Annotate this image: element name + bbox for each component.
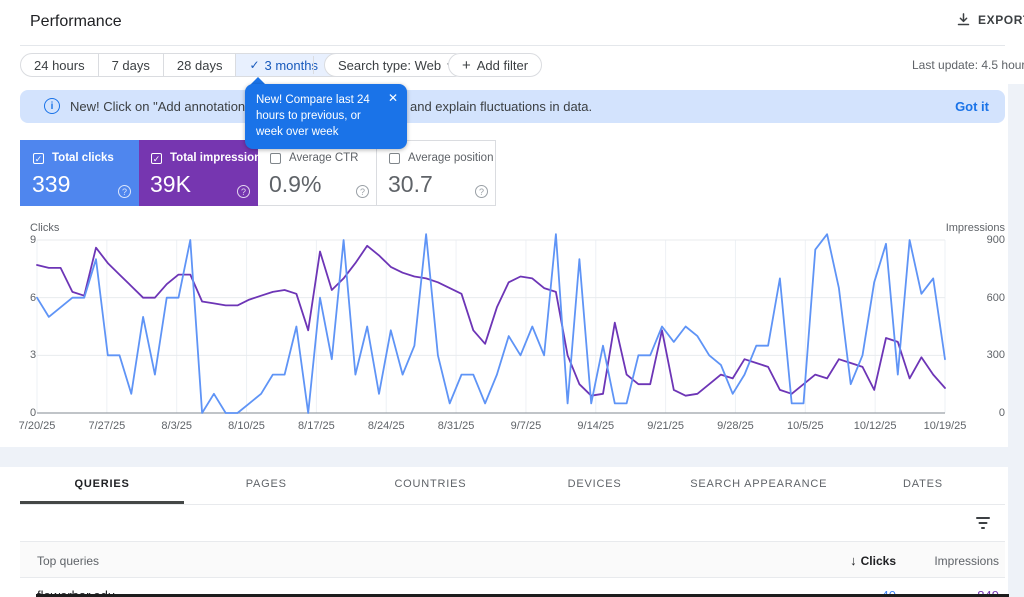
section-gap	[0, 447, 1024, 467]
x-axis-labels: 7/20/257/27/258/3/258/10/258/17/258/24/2…	[37, 420, 945, 434]
checkbox-checked-icon[interactable]: ✓	[151, 153, 162, 164]
column-header-clicks[interactable]: ↓Clicks	[850, 553, 896, 568]
x-tick-label: 8/10/25	[228, 420, 265, 432]
performance-chart-svg[interactable]	[37, 240, 945, 413]
x-tick-label: 9/28/25	[717, 420, 754, 432]
dimensions-table-card: QUERIES PAGES COUNTRIES DEVICES SEARCH A…	[20, 467, 1005, 597]
total-impressions-card[interactable]: ✓ Total impressions 39K ?	[139, 140, 258, 206]
y-tick-label: 0	[953, 407, 1005, 419]
annotation-banner: i New! Click on "Add annotation" or righ…	[20, 90, 1005, 123]
help-icon[interactable]: ?	[475, 185, 488, 198]
x-tick-label: 7/20/25	[19, 420, 56, 432]
checkbox-unchecked-icon[interactable]	[389, 153, 400, 164]
x-tick-label: 10/19/25	[924, 420, 967, 432]
x-tick-label: 9/21/25	[647, 420, 684, 432]
tab-queries[interactable]: QUERIES	[20, 467, 184, 504]
chip-7-days[interactable]: 7 days	[98, 54, 163, 76]
average-ctr-value: 0.9%	[269, 171, 321, 198]
x-tick-label: 10/12/25	[854, 420, 897, 432]
export-label: EXPORT	[978, 13, 1024, 27]
header-divider	[20, 45, 1005, 46]
check-icon: ✓	[249, 58, 259, 72]
export-button[interactable]: EXPORT	[956, 12, 1024, 27]
add-filter-chip[interactable]: + Add filter	[448, 53, 542, 77]
page-background-strip	[1008, 84, 1024, 597]
chip-3-months[interactable]: ✓ 3 months	[235, 54, 331, 76]
checkbox-checked-icon[interactable]: ✓	[33, 153, 44, 164]
tooltip-text: New! Compare last 24 hours to previous, …	[256, 92, 381, 140]
y-tick-label: 3	[30, 349, 36, 361]
x-tick-label: 8/3/25	[161, 420, 192, 432]
x-tick-label: 8/31/25	[438, 420, 475, 432]
y-tick-label: 900	[953, 234, 1005, 246]
total-clicks-card[interactable]: ✓ Total clicks 339 ?	[20, 140, 139, 206]
column-header-top-queries: Top queries	[37, 554, 99, 568]
metric-cards: ✓ Total clicks 339 ? ✓ Total impressions…	[20, 140, 496, 206]
toolbar-divider	[313, 56, 314, 74]
info-icon: i	[44, 98, 60, 114]
search-type-chip[interactable]: Search type: Web ▾	[324, 53, 466, 77]
tab-devices[interactable]: DEVICES	[513, 467, 677, 504]
y-tick-label: 6	[30, 292, 36, 304]
average-position-card[interactable]: Average position 30.7 ?	[377, 140, 496, 206]
total-clicks-value: 339	[32, 171, 70, 198]
x-tick-label: 9/7/25	[511, 420, 542, 432]
banner-text-end: and explain fluctuations in data.	[410, 99, 592, 114]
plus-icon: +	[462, 57, 471, 74]
chip-28-days[interactable]: 28 days	[163, 54, 236, 76]
help-icon[interactable]: ?	[237, 185, 250, 198]
tab-search-appearance[interactable]: SEARCH APPEARANCE	[677, 467, 841, 504]
x-tick-label: 7/27/25	[88, 420, 125, 432]
y-tick-label: 9	[30, 234, 36, 246]
average-ctr-card[interactable]: Average CTR 0.9% ?	[258, 140, 377, 206]
filter-list-icon[interactable]	[975, 516, 991, 530]
chip-24-hours[interactable]: 24 hours	[21, 54, 98, 76]
x-tick-label: 9/14/25	[577, 420, 614, 432]
left-axis-title: Clicks	[30, 222, 59, 234]
impressions-line	[37, 246, 945, 396]
compare-tooltip: New! Compare last 24 hours to previous, …	[245, 84, 407, 149]
got-it-button[interactable]: Got it	[955, 99, 989, 114]
download-icon	[956, 12, 971, 27]
y-tick-label: 600	[953, 292, 1005, 304]
right-axis-title: Impressions	[903, 222, 1005, 234]
tab-countries[interactable]: COUNTRIES	[348, 467, 512, 504]
tab-dates[interactable]: DATES	[841, 467, 1005, 504]
column-header-impressions[interactable]: Impressions	[934, 554, 999, 568]
y-tick-label: 0	[30, 407, 36, 419]
table-header-row: Top queries ↓Clicks Impressions	[20, 542, 1005, 578]
dimension-tabs: QUERIES PAGES COUNTRIES DEVICES SEARCH A…	[20, 467, 1005, 505]
help-icon[interactable]: ?	[356, 185, 369, 198]
sort-descending-icon: ↓	[850, 553, 857, 568]
close-icon[interactable]: ✕	[388, 91, 398, 105]
x-tick-label: 10/5/25	[787, 420, 824, 432]
total-impressions-value: 39K	[150, 171, 191, 198]
checkbox-unchecked-icon[interactable]	[270, 153, 281, 164]
y-tick-label: 300	[953, 349, 1005, 361]
table-filter-row	[20, 505, 1005, 542]
last-update-text: Last update: 4.5 hours ago	[912, 58, 1024, 72]
help-icon[interactable]: ?	[118, 185, 131, 198]
x-tick-label: 8/17/25	[298, 420, 335, 432]
average-position-value: 30.7	[388, 171, 433, 198]
x-tick-label: 8/24/25	[368, 420, 405, 432]
tab-pages[interactable]: PAGES	[184, 467, 348, 504]
page-title: Performance	[30, 13, 122, 31]
search-console-performance-page: Performance EXPORT 24 hours 7 days 28 da…	[0, 0, 1024, 597]
